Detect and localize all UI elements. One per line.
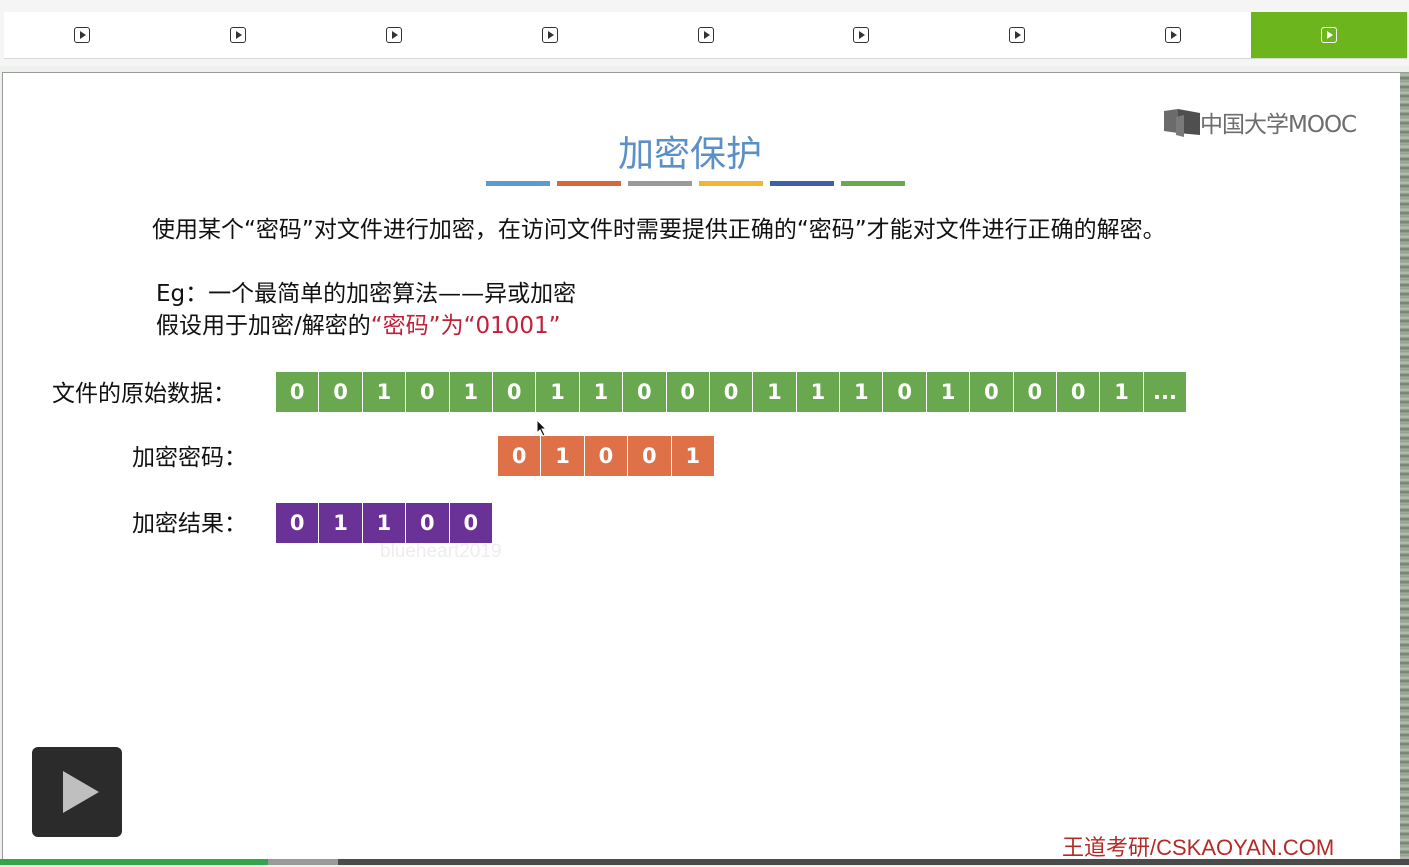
- chapter-tab-1[interactable]: [4, 12, 160, 58]
- play-square-icon: [1321, 27, 1338, 43]
- example-line-1: Eg：一个最简单的加密算法——异或加密: [156, 281, 577, 307]
- original-bit-19: 0: [1057, 372, 1101, 412]
- play-square-icon: [697, 27, 714, 43]
- mooc-logo-text: 中国大学MOOC: [1200, 112, 1357, 138]
- original-bit-6: 0: [492, 372, 537, 412]
- original-bit-2: 0: [319, 372, 363, 412]
- key-bit-4: 0: [628, 436, 672, 476]
- title-stripe-5: [770, 181, 834, 186]
- key-bit-3: 0: [584, 436, 629, 476]
- original-bit-4: 0: [406, 372, 450, 412]
- play-square-icon: [229, 27, 246, 43]
- title-stripe-2: [557, 181, 621, 186]
- result-bits: 01100: [276, 503, 493, 543]
- original-data-label: 文件的原始数据：: [52, 381, 236, 407]
- play-square-icon: [385, 27, 402, 43]
- video-progress-bar[interactable]: [0, 859, 1409, 865]
- play-square-icon: [541, 27, 558, 43]
- result-bit-1: 0: [276, 503, 320, 543]
- original-bit-21: ...: [1143, 372, 1188, 412]
- side-thumbnail-strip: [1400, 72, 1409, 862]
- play-button[interactable]: [32, 747, 122, 837]
- chapter-tab-8[interactable]: [1095, 12, 1251, 58]
- original-bit-15: 0: [883, 372, 927, 412]
- title-stripe-3: [628, 181, 692, 186]
- chapter-tabs: [4, 12, 1408, 59]
- chapter-navigation-bar: [0, 0, 1409, 66]
- key-bit-5: 1: [671, 436, 715, 476]
- title-underline-stripes: [486, 181, 905, 186]
- original-bit-3: 1: [362, 372, 407, 412]
- original-bit-16: 1: [926, 372, 971, 412]
- result-bit-5: 0: [449, 503, 493, 543]
- example-line-2-prefix: 假设用于加密/解密的: [156, 313, 371, 339]
- chapter-tab-3[interactable]: [316, 12, 472, 58]
- key-bit-1: 0: [498, 436, 542, 476]
- original-bit-14: 1: [840, 372, 884, 412]
- original-bit-12: 1: [753, 372, 797, 412]
- original-bit-5: 1: [449, 372, 493, 412]
- chapter-tab-6[interactable]: [783, 12, 939, 58]
- play-square-icon: [1009, 27, 1026, 43]
- mooc-logo: 中国大学MOOC: [1162, 107, 1357, 138]
- original-bit-20: 1: [1100, 372, 1144, 412]
- key-bits: 01001: [498, 436, 715, 476]
- original-bit-1: 0: [276, 372, 320, 412]
- key-label: 加密密码：: [132, 445, 247, 471]
- original-bit-13: 1: [796, 372, 841, 412]
- example-key-highlight: “密码”为“01001”: [370, 313, 561, 339]
- title-stripe-1: [486, 181, 550, 186]
- play-square-icon: [853, 27, 870, 43]
- result-bit-2: 1: [319, 503, 363, 543]
- chapter-tab-9[interactable]: [1251, 12, 1408, 58]
- slide-title: 加密保护: [617, 134, 762, 175]
- original-bit-7: 1: [536, 372, 580, 412]
- original-bit-17: 0: [970, 372, 1014, 412]
- result-label: 加密结果：: [132, 511, 247, 537]
- original-data-bits: 0 0 1 0 1 0 1 1 0 0 0 1 1 1 0 1 0 0 0 1...: [276, 372, 1188, 412]
- chapter-tab-5[interactable]: [628, 12, 784, 58]
- result-bit-4: 0: [406, 503, 450, 543]
- example-block: Eg：一个最简单的加密算法——异或加密 假设用于加密/解密的“密码”为“0100…: [156, 278, 576, 342]
- title-stripe-4: [699, 181, 763, 186]
- play-square-icon: [1165, 27, 1182, 43]
- key-bit-2: 1: [541, 436, 585, 476]
- example-line-2: 假设用于加密/解密的“密码”为“01001”: [156, 310, 576, 342]
- mooc-book-icon: [1164, 109, 1200, 137]
- watermark: blueheart2019: [380, 541, 502, 562]
- footer-brand: 王道考研/CSKAOYAN.COM: [1062, 835, 1335, 860]
- title-stripe-6: [841, 181, 905, 186]
- slide-description: 使用某个“密码”对文件进行加密，在访问文件时需要提供正确的“密码”才能对文件进行…: [152, 217, 1166, 243]
- original-bit-8: 1: [579, 372, 624, 412]
- chapter-tab-2[interactable]: [160, 12, 316, 58]
- progress-played: [0, 859, 268, 865]
- chapter-tab-7[interactable]: [939, 12, 1095, 58]
- original-bit-11: 0: [709, 372, 754, 412]
- result-bit-3: 1: [362, 503, 407, 543]
- chapter-tab-4[interactable]: [472, 12, 628, 58]
- mouse-cursor-icon: [536, 419, 548, 437]
- original-bit-18: 0: [1013, 372, 1058, 412]
- original-bit-9: 0: [623, 372, 667, 412]
- original-bit-10: 0: [666, 372, 710, 412]
- play-square-icon: [73, 27, 90, 43]
